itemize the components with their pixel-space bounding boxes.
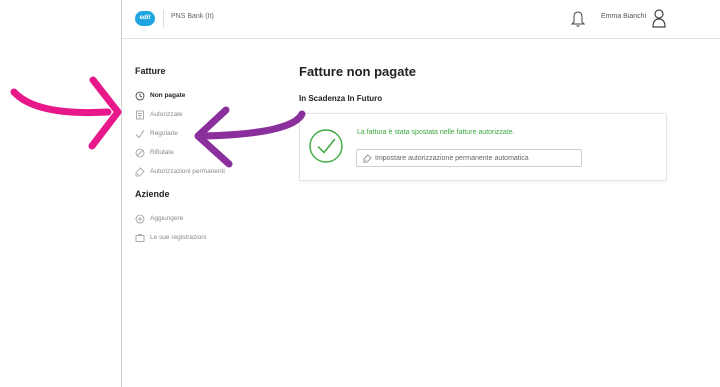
sidebar-item-label: Non pagate (150, 92, 186, 99)
success-message: La fattura è stata spostata nelle fattur… (357, 129, 515, 136)
auto-authorize-label: Impostare autorizzazione permanente auto… (375, 154, 529, 162)
success-check-icon (309, 129, 343, 163)
sidebar-item-label: Regolarie (150, 130, 178, 137)
top-bar: edit PNS Bank (It) Emma Bianchi (122, 0, 720, 39)
tag-icon (135, 166, 145, 176)
sidebar-item-registrazioni[interactable]: Le sue registrazioni (135, 228, 295, 247)
sidebar-item-label: Le sue registrazioni (150, 234, 207, 241)
bank-name: PNS Bank (It) (171, 13, 214, 20)
folder-icon (135, 233, 145, 242)
success-card: La fattura è stata spostata nelle fattur… (299, 113, 667, 181)
user-name[interactable]: Emma Bianchi (601, 13, 646, 20)
tag-icon (363, 153, 372, 162)
bank-logo[interactable]: edit (135, 11, 155, 26)
forbidden-icon (135, 148, 145, 157)
bell-icon[interactable] (571, 10, 585, 28)
sidebar-item-autorizzazioni-permanenti[interactable]: Autorizzazioni permanenti (135, 162, 295, 181)
clock-icon (135, 91, 145, 100)
document-icon (136, 110, 144, 119)
divider (163, 10, 164, 27)
sidebar-item-non-pagate[interactable]: Non pagate (135, 86, 295, 105)
sidebar-item-aggiungere[interactable]: Aggiungere (135, 209, 295, 228)
sidebar-item-label: Autorizzate (150, 111, 183, 118)
user-icon[interactable] (651, 8, 667, 28)
sidebar-item-label: Rifiutate (150, 149, 174, 156)
sidebar-item-label: Autorizzazioni permanenti (150, 168, 225, 175)
sidebar-item-autorizzate[interactable]: Autorizzate (135, 105, 295, 124)
page-title: Fatture non pagate (299, 64, 417, 79)
main-content: Fatture non pagate In Scadenza In Futuro… (299, 64, 669, 181)
pink-arrow-icon (10, 76, 122, 150)
sidebar: Fatture Non pagate Autorizzate Regolarie… (135, 66, 295, 247)
sidebar-item-rifiutate[interactable]: Rifiutate (135, 143, 295, 162)
section-subheading: In Scadenza In Futuro (299, 94, 383, 103)
sidebar-item-regolarie[interactable]: Regolarie (135, 124, 295, 143)
plus-circle-icon (135, 214, 145, 223)
app-window: edit PNS Bank (It) Emma Bianchi Fatture … (121, 0, 720, 387)
sidebar-item-label: Aggiungere (150, 215, 184, 222)
section-title-aziende: Aziende (135, 189, 170, 199)
check-icon (135, 129, 145, 138)
auto-authorize-button[interactable]: Impostare autorizzazione permanente auto… (356, 149, 582, 167)
section-title-fatture: Fatture (135, 66, 166, 76)
